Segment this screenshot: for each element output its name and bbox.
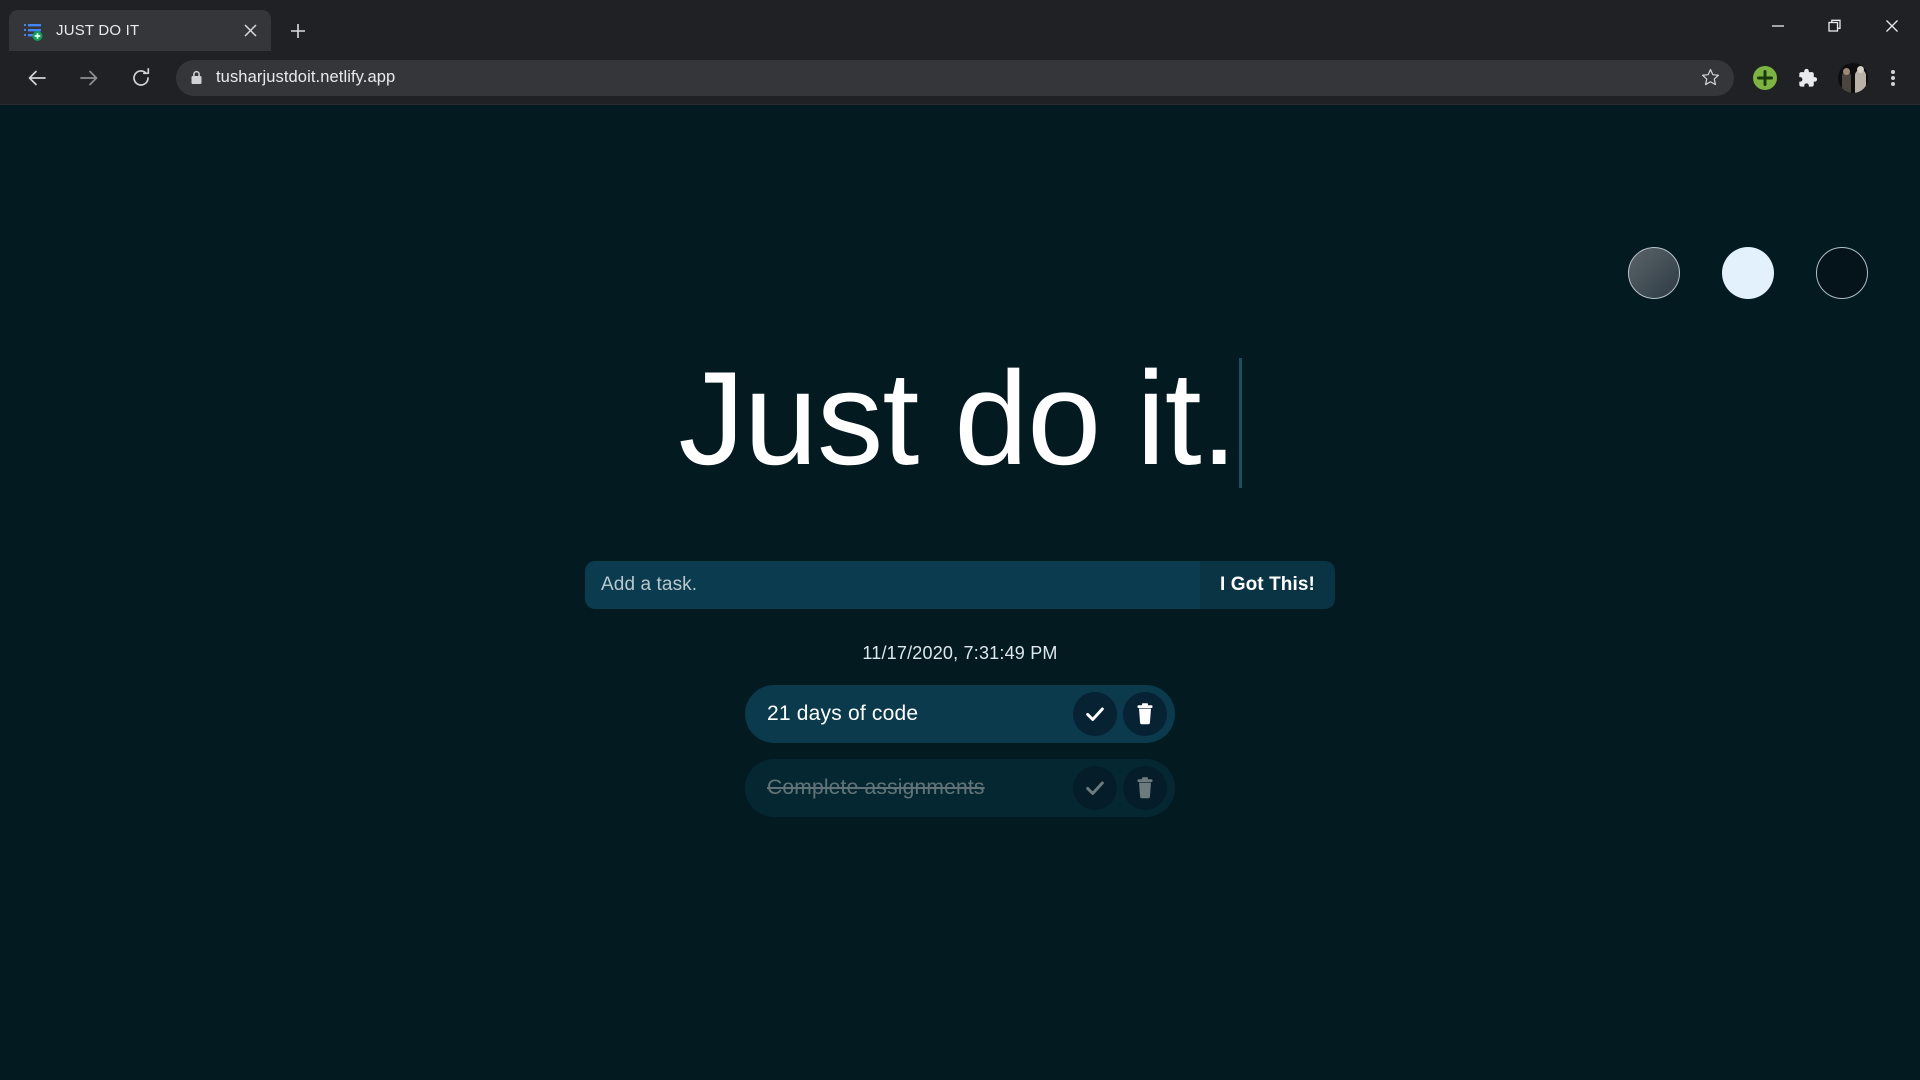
reload-icon (133, 67, 150, 86)
add-task-button[interactable]: I Got This! (1199, 561, 1335, 609)
tab-title: JUST DO IT (56, 22, 140, 39)
task-input[interactable] (585, 561, 1200, 609)
check-icon (1086, 781, 1104, 795)
title-caret (1238, 358, 1242, 488)
theme-switcher (1628, 247, 1868, 299)
task-list: 21 days of code Complete assignments (745, 685, 1175, 817)
add-task-form: I Got This! (585, 561, 1335, 609)
timestamp: 11/17/2020, 7:31:49 PM (862, 643, 1058, 663)
plus-icon (291, 24, 305, 38)
close-window-button[interactable] (1863, 0, 1920, 51)
url-text[interactable]: tusharjustdoit.netlify.app (216, 68, 1692, 87)
task-row: 21 days of code (745, 685, 1175, 743)
avatar-photo (1855, 69, 1866, 93)
tab-close-icon[interactable] (239, 20, 261, 42)
task-complete-button[interactable] (1073, 692, 1117, 736)
check-icon (1086, 707, 1104, 721)
tab-strip: JUST DO IT (0, 0, 1920, 51)
theme-option-gray[interactable] (1628, 247, 1680, 299)
restore-icon (1827, 19, 1841, 32)
new-tab-button[interactable] (281, 14, 315, 48)
task-row: Complete assignments (745, 759, 1175, 817)
lock-icon (176, 70, 216, 85)
minimize-icon (1771, 24, 1784, 27)
browser-toolbar: tusharjustdoit.netlify.app (0, 51, 1920, 105)
back-button[interactable] (18, 59, 56, 97)
extensions-button[interactable] (1788, 67, 1826, 89)
task-delete-button[interactable] (1123, 766, 1167, 810)
three-dots-icon (1891, 68, 1895, 88)
browser-tab[interactable]: JUST DO IT (9, 10, 271, 51)
forward-button[interactable] (70, 59, 108, 97)
task-delete-button[interactable] (1123, 692, 1167, 736)
page-viewport: Just do it. I Got This! 11/17/2020, 7:31… (0, 105, 1920, 1080)
green-plus-icon (1753, 65, 1777, 90)
close-icon (1885, 19, 1898, 32)
list-plus-icon (23, 21, 43, 41)
address-bar[interactable]: tusharjustdoit.netlify.app (176, 59, 1734, 96)
add-extension-button[interactable] (1746, 65, 1784, 91)
profile-avatar[interactable] (1838, 62, 1868, 93)
window-controls (1749, 0, 1920, 51)
bookmark-star-icon[interactable] (1692, 60, 1728, 96)
minimize-button[interactable] (1749, 0, 1806, 51)
trash-icon (1137, 703, 1153, 725)
trash-icon (1137, 777, 1153, 799)
forward-arrow-icon (80, 70, 98, 85)
back-arrow-icon (28, 70, 46, 85)
browser-menu-button[interactable] (1876, 68, 1910, 88)
theme-option-light[interactable] (1722, 247, 1774, 299)
task-complete-button[interactable] (1073, 766, 1117, 810)
reload-button[interactable] (122, 59, 160, 97)
puzzle-piece-icon (1799, 68, 1818, 87)
task-label: 21 days of code (767, 702, 919, 725)
maximize-button[interactable] (1806, 0, 1863, 51)
browser-window: JUST DO IT tusharjustdoit.netlify.app Ju… (0, 0, 1920, 1080)
page-title-wrap: Just do it. (0, 345, 1920, 493)
theme-option-dark[interactable] (1816, 247, 1868, 299)
page-title: Just do it. (678, 345, 1237, 493)
task-label: Complete assignments (767, 776, 985, 799)
